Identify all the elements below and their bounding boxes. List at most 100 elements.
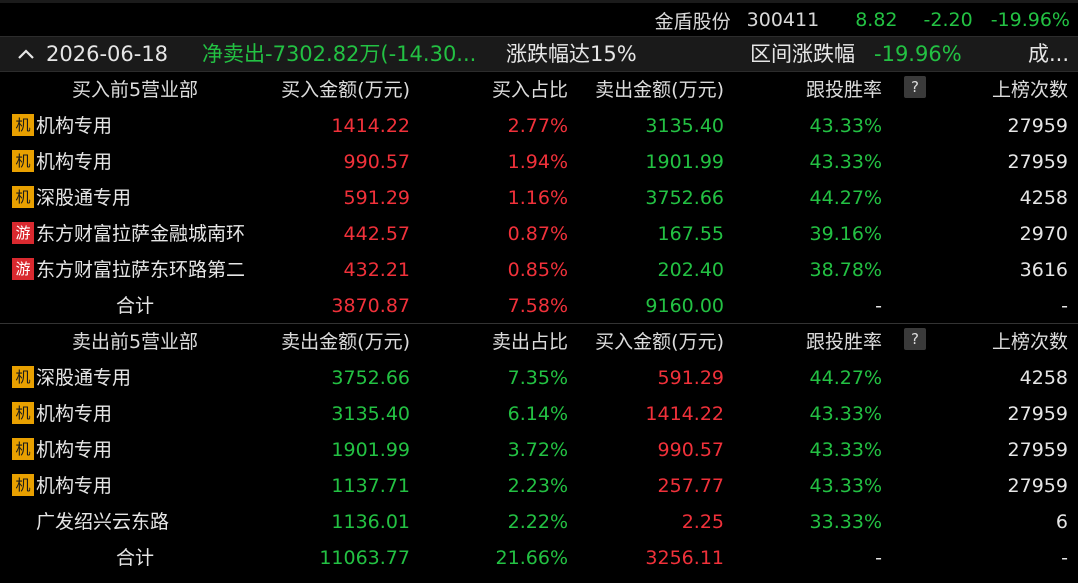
ratio-value: 21.66% bbox=[495, 547, 568, 569]
help-button[interactable]: ? bbox=[892, 72, 926, 108]
broker-cell[interactable]: 机机构专用 bbox=[12, 432, 272, 468]
col-header-amount[interactable]: 买入金额(万元) bbox=[281, 72, 410, 108]
broker-cell[interactable]: 机机构专用 bbox=[12, 108, 272, 144]
broker-name[interactable]: 广发绍兴云东路 bbox=[36, 511, 169, 533]
listing-reason: 涨跌幅达15% bbox=[506, 42, 637, 66]
top-strip bbox=[0, 0, 1078, 3]
list-count-value: 4258 bbox=[1019, 187, 1068, 209]
amount-value: 442.57 bbox=[343, 223, 410, 245]
range-change-value: -19.96% bbox=[874, 42, 962, 66]
ratio-value: 2.22% bbox=[507, 511, 568, 533]
record-date: 2026-06-18 bbox=[46, 42, 169, 66]
table-row[interactable]: 机机构专用 1901.99 3.72% 990.57 43.33% 27959 bbox=[0, 432, 1078, 468]
col-header-list-count[interactable]: 上榜次数 bbox=[992, 72, 1068, 108]
win-rate-value: 43.33% bbox=[809, 475, 882, 497]
amount-value: 591.29 bbox=[343, 187, 410, 209]
table-row[interactable]: 机机构专用 990.57 1.94% 1901.99 43.33% 27959 bbox=[0, 144, 1078, 180]
stock-code: 300411 bbox=[746, 9, 820, 31]
amount-value: 1414.22 bbox=[331, 115, 410, 137]
institution-badge-icon: 机 bbox=[12, 365, 34, 388]
col-header-broker[interactable]: 卖出前5营业部 bbox=[0, 324, 270, 360]
table-row[interactable]: 机深股通专用 591.29 1.16% 3752.66 44.27% 4258 bbox=[0, 180, 1078, 216]
stock-price: 8.82 bbox=[855, 9, 898, 31]
help-question-icon[interactable]: ? bbox=[904, 327, 926, 350]
table-row[interactable]: 广发绍兴云东路 1136.01 2.22% 2.25 33.33% 6 bbox=[0, 504, 1078, 540]
institution-badge-icon: 机 bbox=[12, 149, 34, 172]
hot-money-badge-icon: 游 bbox=[12, 221, 34, 244]
broker-cell[interactable]: 游东方财富拉萨金融城南环 bbox=[12, 216, 272, 252]
amount-value: 11063.77 bbox=[319, 547, 410, 569]
col-header-broker[interactable]: 买入前5营业部 bbox=[0, 72, 270, 108]
list-count-value: 27959 bbox=[1007, 439, 1068, 461]
help-button[interactable]: ? bbox=[892, 324, 926, 360]
total-label: 合计 bbox=[115, 547, 154, 569]
list-count-value: 3616 bbox=[1019, 259, 1068, 281]
col-header-ratio[interactable]: 买入占比 bbox=[492, 72, 568, 108]
win-rate-value: 43.33% bbox=[809, 115, 882, 137]
hot-money-badge-icon: 游 bbox=[12, 257, 34, 280]
other-amount-value: 1414.22 bbox=[645, 403, 724, 425]
broker-cell[interactable]: 机深股通专用 bbox=[12, 360, 272, 396]
list-count-value: 4258 bbox=[1019, 367, 1068, 389]
list-count-value: 6 bbox=[1055, 511, 1068, 533]
broker-name[interactable]: 深股通专用 bbox=[36, 367, 131, 389]
ratio-value: 0.87% bbox=[507, 223, 568, 245]
broker-name[interactable]: 机构专用 bbox=[36, 115, 112, 137]
table-row[interactable]: 机机构专用 1137.71 2.23% 257.77 43.33% 27959 bbox=[0, 468, 1078, 504]
table-row[interactable]: 机机构专用 3135.40 6.14% 1414.22 43.33% 27959 bbox=[0, 396, 1078, 432]
ratio-value: 1.94% bbox=[507, 151, 568, 173]
list-count-value: 2970 bbox=[1019, 223, 1068, 245]
win-rate-value: 33.33% bbox=[809, 511, 882, 533]
broker-cell[interactable]: 机机构专用 bbox=[12, 468, 272, 504]
broker-name[interactable]: 机构专用 bbox=[36, 439, 112, 461]
broker-cell[interactable]: 游东方财富拉萨东环路第二 bbox=[12, 252, 272, 288]
win-rate-value: 39.16% bbox=[809, 223, 882, 245]
col-header-win-rate: 跟投胜率 bbox=[805, 331, 882, 353]
other-amount-value: 202.40 bbox=[657, 259, 724, 281]
ratio-value: 1.16% bbox=[507, 187, 568, 209]
broker-cell[interactable]: 机深股通专用 bbox=[12, 180, 272, 216]
ratio-value: 3.72% bbox=[507, 439, 568, 461]
list-count-value: 27959 bbox=[1007, 475, 1068, 497]
amount-value: 1136.01 bbox=[331, 511, 410, 533]
col-header-list-count[interactable]: 上榜次数 bbox=[992, 324, 1068, 360]
table-row[interactable]: 游东方财富拉萨金融城南环 442.57 0.87% 167.55 39.16% 2970 bbox=[0, 216, 1078, 252]
net-sell-summary: 净卖出-7302.82万(-14.30... bbox=[202, 42, 477, 66]
broker-cell[interactable]: 机机构专用 bbox=[12, 144, 272, 180]
col-header-ratio[interactable]: 卖出占比 bbox=[492, 324, 568, 360]
col-header-other-amount[interactable]: 买入金额(万元) bbox=[595, 324, 724, 360]
chevron-up-icon[interactable] bbox=[14, 37, 38, 71]
help-question-icon[interactable]: ? bbox=[904, 75, 926, 98]
broker-name[interactable]: 东方财富拉萨东环路第二 bbox=[36, 259, 245, 281]
broker-cell[interactable]: 广发绍兴云东路 bbox=[12, 504, 272, 540]
broker-name[interactable]: 机构专用 bbox=[36, 403, 112, 425]
range-change-label: 区间涨跌幅 bbox=[750, 42, 855, 66]
broker-name[interactable]: 深股通专用 bbox=[36, 187, 131, 209]
ratio-value: 7.35% bbox=[507, 367, 568, 389]
table-row[interactable]: 机深股通专用 3752.66 7.35% 591.29 44.27% 4258 bbox=[0, 360, 1078, 396]
col-header-amount[interactable]: 卖出金额(万元) bbox=[281, 324, 410, 360]
record-header[interactable]: 2026-06-18 净卖出-7302.82万(-14.30... 涨跌幅达15… bbox=[0, 36, 1078, 72]
table-header-row: 买入前5营业部 买入金额(万元) 买入占比 卖出金额(万元) 跟投胜率 上榜次数? bbox=[0, 72, 1078, 108]
stock-change: -2.20 bbox=[923, 9, 973, 31]
institution-badge-icon: 机 bbox=[12, 437, 34, 460]
broker-cell[interactable]: 机机构专用 bbox=[12, 396, 272, 432]
amount-value: 432.21 bbox=[343, 259, 410, 281]
amount-value: 3870.87 bbox=[331, 295, 410, 317]
broker-name[interactable]: 机构专用 bbox=[36, 475, 112, 497]
institution-badge-icon: 机 bbox=[12, 113, 34, 136]
col-header-other-amount[interactable]: 卖出金额(万元) bbox=[595, 72, 724, 108]
amount-value: 3135.40 bbox=[331, 403, 410, 425]
other-amount-value: 3256.11 bbox=[645, 547, 724, 569]
more-truncated[interactable]: 成... bbox=[1028, 37, 1069, 71]
broker-name[interactable]: 机构专用 bbox=[36, 151, 112, 173]
table-row[interactable]: 机机构专用 1414.22 2.77% 3135.40 43.33% 27959 bbox=[0, 108, 1078, 144]
total-label: 合计 bbox=[115, 295, 154, 317]
win-rate-value: 44.27% bbox=[809, 367, 882, 389]
stock-quote: 金盾股份 300411 8.82 -2.20 -19.96% bbox=[639, 6, 1070, 34]
stock-name: 金盾股份 bbox=[654, 10, 731, 33]
table-row[interactable]: 游东方财富拉萨东环路第二 432.21 0.85% 202.40 38.78% 3616 bbox=[0, 252, 1078, 288]
broker-name[interactable]: 东方财富拉萨金融城南环 bbox=[36, 223, 245, 245]
list-count-value: 27959 bbox=[1007, 115, 1068, 137]
table-header-row: 卖出前5营业部 卖出金额(万元) 卖出占比 买入金额(万元) 跟投胜率 上榜次数? bbox=[0, 324, 1078, 360]
